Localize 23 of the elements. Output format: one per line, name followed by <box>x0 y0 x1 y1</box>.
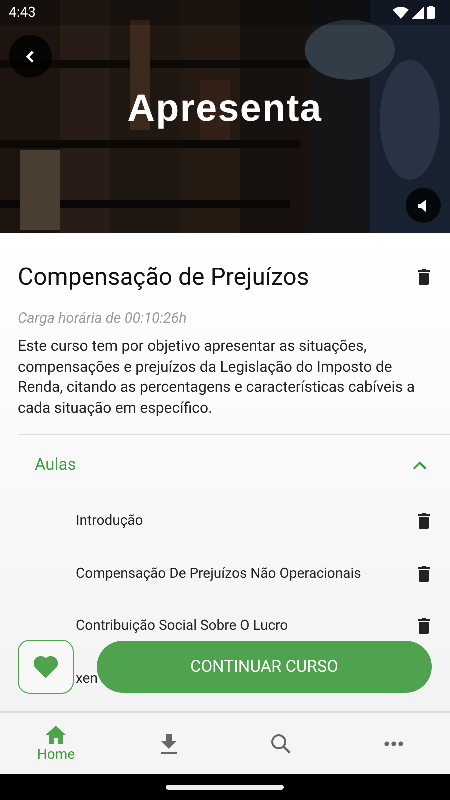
course-description: Este curso tem por objetivo apresentar as situações, compensações e prejuízos da Legislação do Imposto de Renda, citando as percentagens e características cabíveis a cada situação em específico. <box>18 336 416 418</box>
video-title: Apresenta <box>126 88 324 131</box>
signal-icon <box>412 6 424 18</box>
wifi-icon <box>393 6 409 18</box>
trash-icon[interactable] <box>418 618 430 634</box>
trash-icon[interactable] <box>418 566 430 582</box>
lesson-title[interactable]: xen <box>76 670 98 687</box>
trash-icon[interactable] <box>418 269 430 285</box>
download-icon <box>160 734 178 754</box>
favorite-button[interactable] <box>18 640 74 694</box>
status-time: 4:43 <box>9 4 36 20</box>
heart-icon <box>34 656 58 678</box>
trash-icon[interactable] <box>418 513 430 530</box>
lesson-title[interactable]: Contribuição Social Sobre O Lucro <box>76 618 288 634</box>
more-icon <box>384 740 404 746</box>
lesson-title[interactable]: Introdução <box>76 513 144 530</box>
home-icon <box>45 724 68 744</box>
chevron-icon <box>413 460 427 470</box>
battery-icon <box>427 6 435 19</box>
lesson-title[interactable]: Compensação De Prejuízos Não Operacionais <box>76 566 362 582</box>
search-icon <box>270 732 292 754</box>
workload-text: Carga horária de 00:10:26h <box>18 310 188 327</box>
course-title: Compensação de Prejuízos <box>18 263 310 291</box>
